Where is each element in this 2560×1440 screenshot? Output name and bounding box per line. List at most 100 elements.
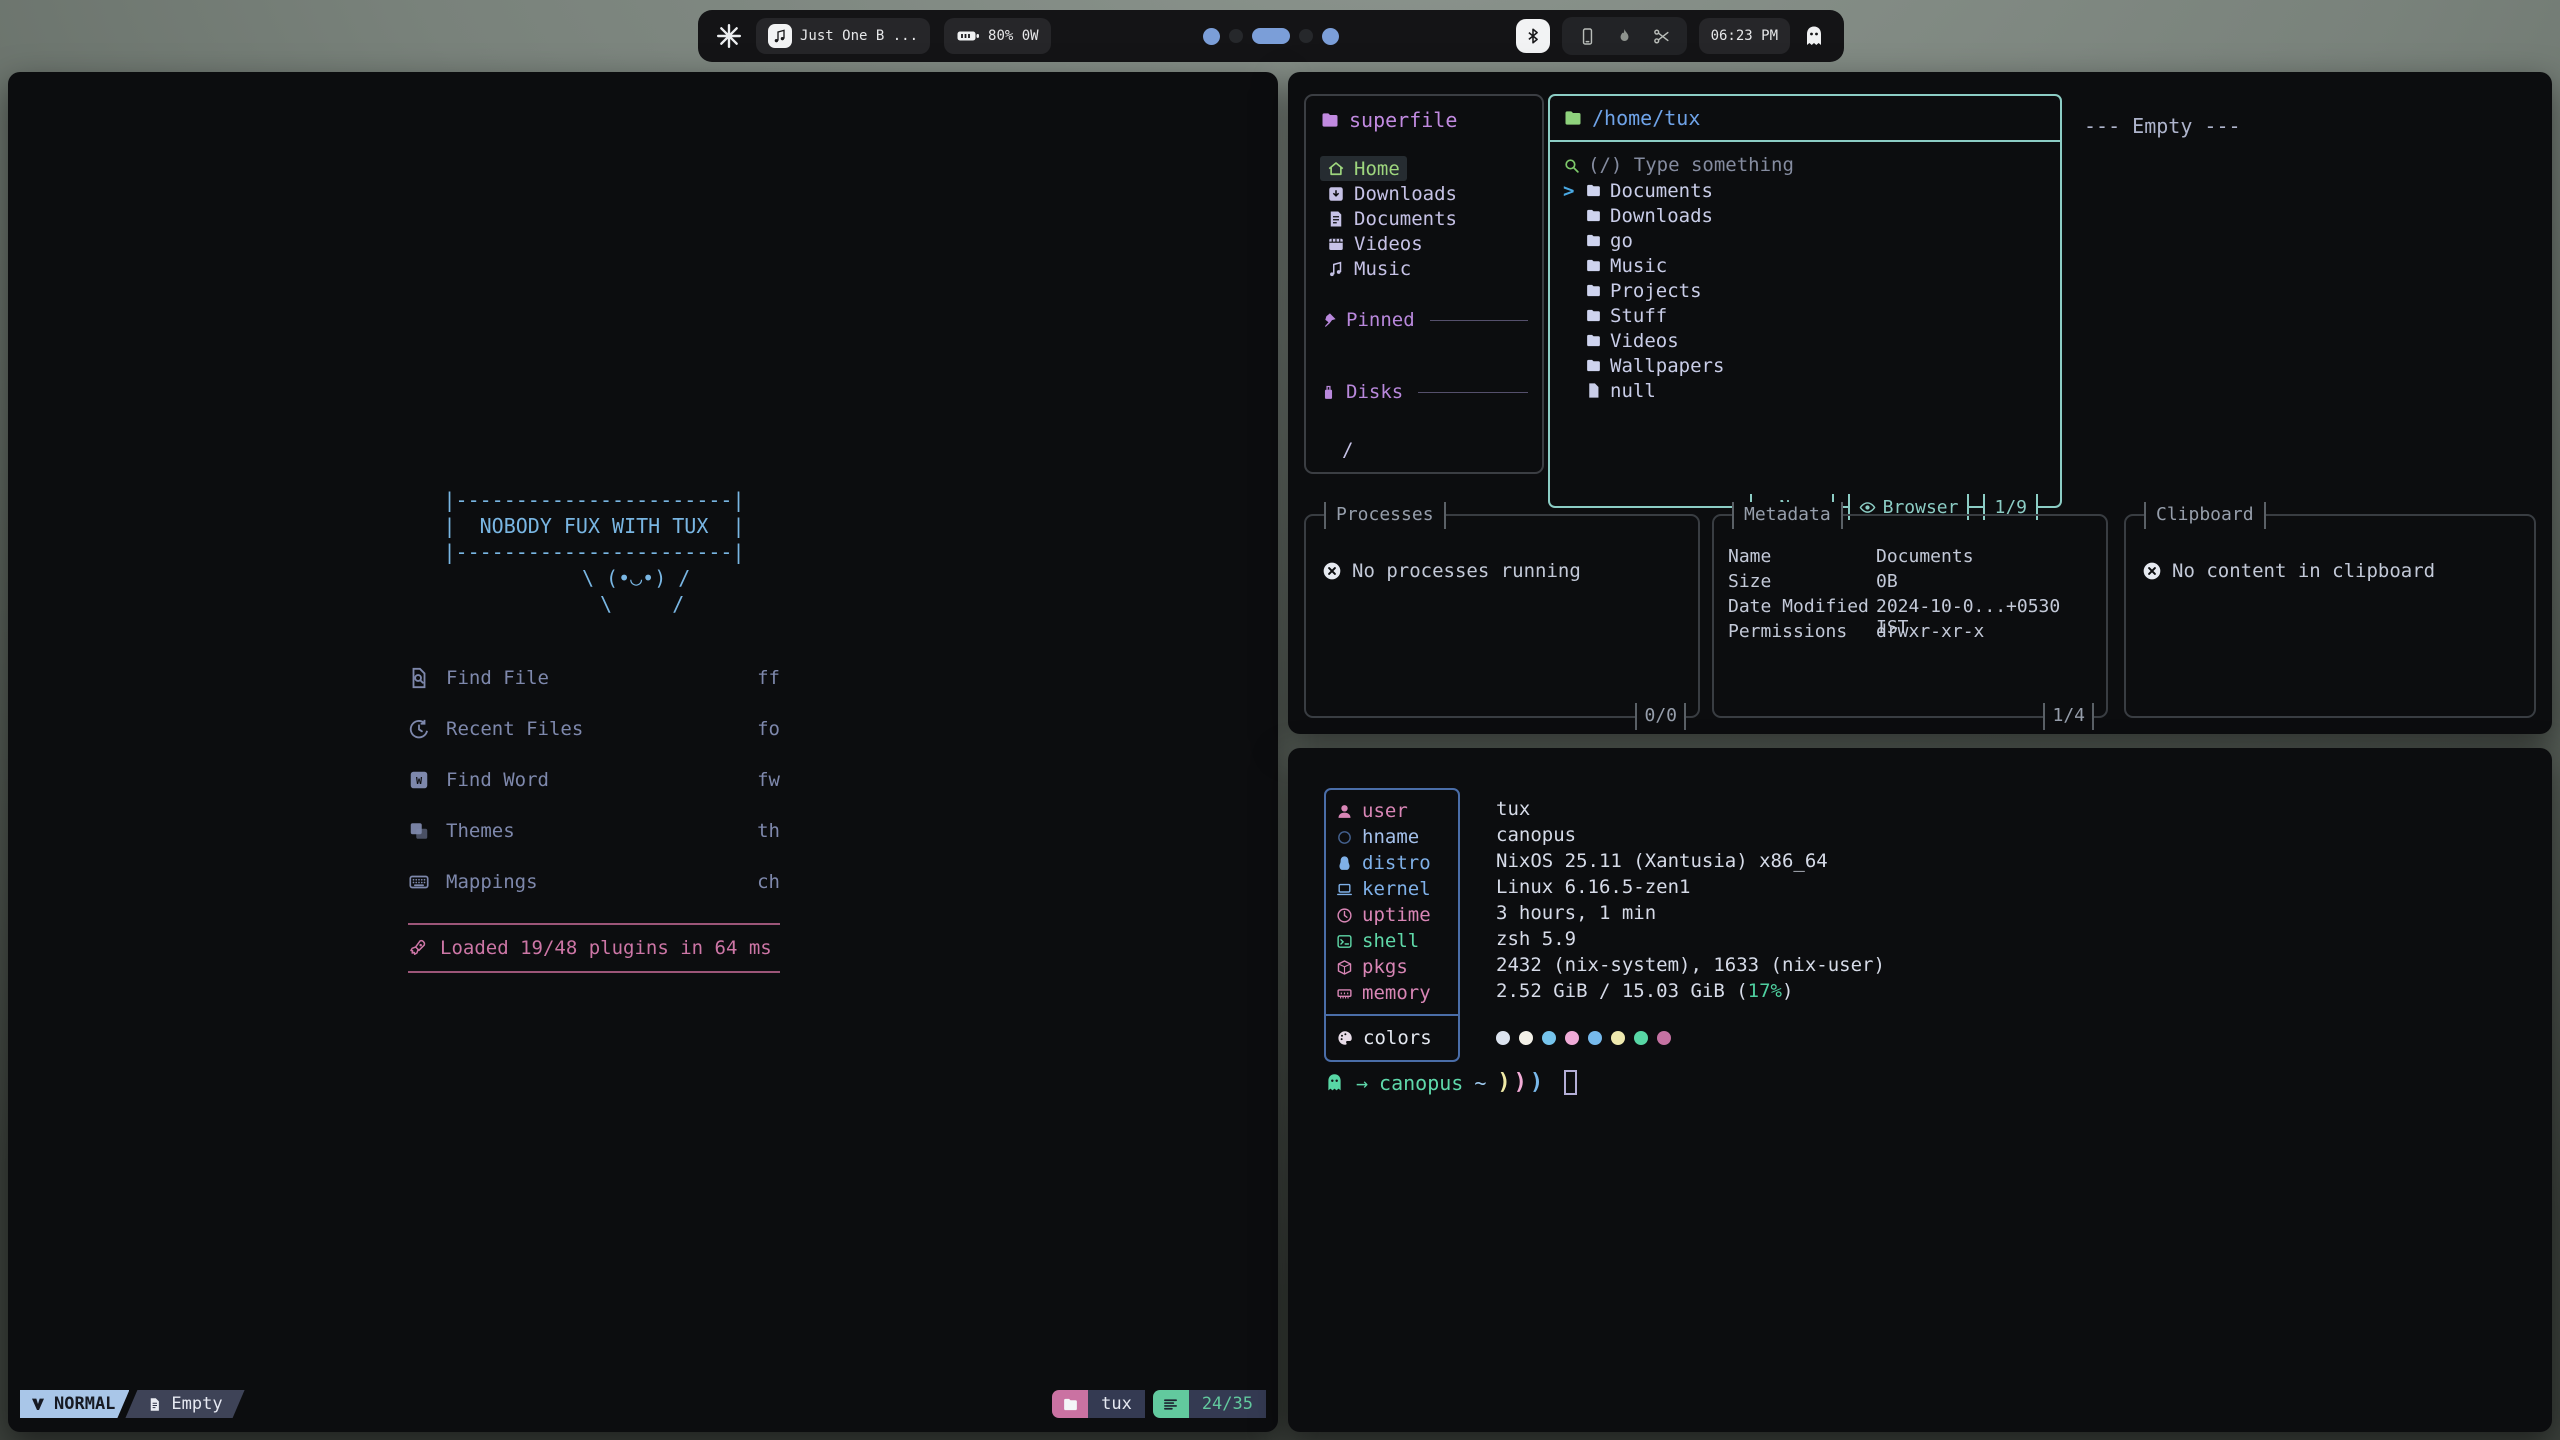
workspace-dot[interactable] xyxy=(1229,29,1243,43)
workspace-dot[interactable] xyxy=(1203,28,1220,45)
file-row[interactable]: Music xyxy=(1563,253,2047,278)
sidebar-item-label: Music xyxy=(1354,258,1411,280)
file-list: > Documents Downloads go xyxy=(1563,178,2047,403)
superfile-sidebar: superfile Home Downloads xyxy=(1304,94,1544,474)
divider xyxy=(408,971,780,973)
disks-section-header: Disks xyxy=(1320,381,1528,403)
value-text: 3 hours, 1 min xyxy=(1496,902,1656,924)
file-name: Videos xyxy=(1610,330,1679,352)
sidebar-item: Home xyxy=(1320,156,1528,181)
file-row[interactable]: > Documents xyxy=(1563,178,2047,203)
dashboard-menu-item[interactable]: Themes th xyxy=(408,816,780,846)
workspace-dot[interactable] xyxy=(1299,29,1313,43)
plugins-loaded-text: Loaded 19/48 plugins in 64 ms xyxy=(440,937,772,959)
menu-item-icon xyxy=(408,667,430,689)
dashboard-menu-item[interactable]: Recent Files fo xyxy=(408,714,780,744)
value-text: Linux 6.16.5-zen1 xyxy=(1496,876,1690,898)
fastfetch-keys: user hname distro kernel xyxy=(1326,790,1458,1014)
clipboard-panel: Clipboard No content in clipboard xyxy=(2124,514,2536,718)
value-text: zsh 5.9 xyxy=(1496,928,1576,950)
sidebar-item-link[interactable]: Videos xyxy=(1320,231,1430,256)
file-row[interactable]: Videos xyxy=(1563,328,2047,353)
phone-icon[interactable] xyxy=(1578,27,1597,46)
dashboard-menu-item[interactable]: Find Word fw xyxy=(408,765,780,795)
file-row[interactable]: Stuff xyxy=(1563,303,2047,328)
file-name: Stuff xyxy=(1610,305,1667,327)
sidebar-item-label: Downloads xyxy=(1354,183,1457,205)
file-row[interactable]: Downloads xyxy=(1563,203,2047,228)
metadata-title: Metadata xyxy=(1732,502,1843,529)
file-type-icon xyxy=(1585,232,1602,249)
sidebar-item: Music xyxy=(1320,256,1528,281)
file-row[interactable]: Projects xyxy=(1563,278,2047,303)
clock-widget[interactable]: 06:23 PM xyxy=(1699,18,1790,54)
fastfetch-key-label: shell xyxy=(1362,930,1419,952)
music-widget[interactable]: Just One B ... xyxy=(756,18,930,54)
menu-item-icon xyxy=(408,820,430,842)
statusline-right: tux 24/35 xyxy=(1052,1390,1266,1418)
fastfetch-key-row: shell xyxy=(1326,928,1458,954)
file-row[interactable]: go xyxy=(1563,228,2047,253)
metadata-value: 2024-10-0...+0530 IST xyxy=(1876,596,2094,621)
menu-item-shortcut: th xyxy=(757,820,780,842)
disk-item-root[interactable]: / xyxy=(1320,439,1528,461)
file-type-icon xyxy=(1585,332,1602,349)
colors-label: colors xyxy=(1363,1027,1432,1049)
menu-item-shortcut: ff xyxy=(757,667,780,689)
sidebar-item-icon xyxy=(1327,260,1345,278)
workspace-dot[interactable] xyxy=(1252,28,1290,44)
sidebar-item-link[interactable]: Music xyxy=(1320,256,1418,281)
pinned-section-header: Pinned xyxy=(1320,309,1528,331)
fastfetch-key-label: user xyxy=(1362,800,1408,822)
color-dot xyxy=(1611,1031,1625,1045)
search-icon xyxy=(1563,157,1580,174)
file-row[interactable]: null xyxy=(1563,378,2047,403)
metadata-value: Documents xyxy=(1876,546,1974,571)
menu-item-label: Find Word xyxy=(446,769,549,791)
palette-icon xyxy=(1336,1029,1354,1047)
statusline-mode: NORMAL xyxy=(20,1390,129,1418)
fastfetch-key-label: kernel xyxy=(1362,878,1431,900)
folder-icon xyxy=(1062,1396,1079,1413)
bluetooth-button[interactable] xyxy=(1516,19,1550,53)
sidebar-items: Home Downloads Documents xyxy=(1320,156,1528,281)
dashboard-menu-item[interactable]: Mappings ch xyxy=(408,867,780,897)
sidebar-item-link[interactable]: Documents xyxy=(1320,206,1464,231)
terminal-cursor[interactable] xyxy=(1564,1070,1577,1095)
value-text: 2.52 GiB / 15.03 GiB ( xyxy=(1496,980,1748,1002)
ghost-icon[interactable] xyxy=(1802,24,1826,48)
search-input[interactable]: (/) Type something xyxy=(1563,152,2047,178)
statusline-filename: Empty xyxy=(125,1390,244,1418)
scissors-icon[interactable] xyxy=(1652,27,1671,46)
flame-icon[interactable] xyxy=(1615,27,1634,46)
file-type-icon xyxy=(1585,307,1602,324)
processes-count: 0/0 xyxy=(1635,703,1686,730)
file-panel-header: /home/tux xyxy=(1550,96,2060,142)
sidebar-item-link[interactable]: Home xyxy=(1320,156,1407,181)
file-row[interactable]: Wallpapers xyxy=(1563,353,2047,378)
usb-icon xyxy=(1320,384,1337,401)
color-dot xyxy=(1519,1031,1533,1045)
dashboard-menu-item[interactable]: Find File ff xyxy=(408,663,780,693)
cursor-indicator: > xyxy=(1563,180,1585,202)
metadata-row: Size 0B xyxy=(1728,571,2094,596)
battery-widget[interactable]: 80% 0W xyxy=(944,18,1051,54)
divider xyxy=(1969,506,1983,508)
fastfetch-key-row: hname xyxy=(1326,824,1458,850)
clock-label: 06:23 PM xyxy=(1711,28,1778,44)
shell-prompt[interactable]: → canopus ~ ))) xyxy=(1324,1070,1577,1095)
file-name: Downloads xyxy=(1610,205,1713,227)
fastfetch-value: 2432 (nix-system), 1633 (nix-user) xyxy=(1496,952,1885,978)
value-text: 2432 (nix-system), 1633 (nix-user) xyxy=(1496,954,1885,976)
prompt-chevron: ) xyxy=(1514,1070,1527,1095)
sidebar-item-link[interactable]: Downloads xyxy=(1320,181,1464,206)
metadata-key: Size xyxy=(1728,571,1876,596)
top-bar-left: Just One B ... 80% 0W xyxy=(716,18,1051,54)
metadata-count: 1/4 xyxy=(2043,703,2094,730)
cwd-label: tux xyxy=(1088,1390,1145,1418)
fastfetch-key-row: memory xyxy=(1326,980,1458,1006)
workspace-dot[interactable] xyxy=(1322,28,1339,45)
nixos-logo-icon[interactable] xyxy=(716,23,742,49)
divider xyxy=(1418,392,1528,393)
metadata-key: Date Modified xyxy=(1728,596,1876,621)
